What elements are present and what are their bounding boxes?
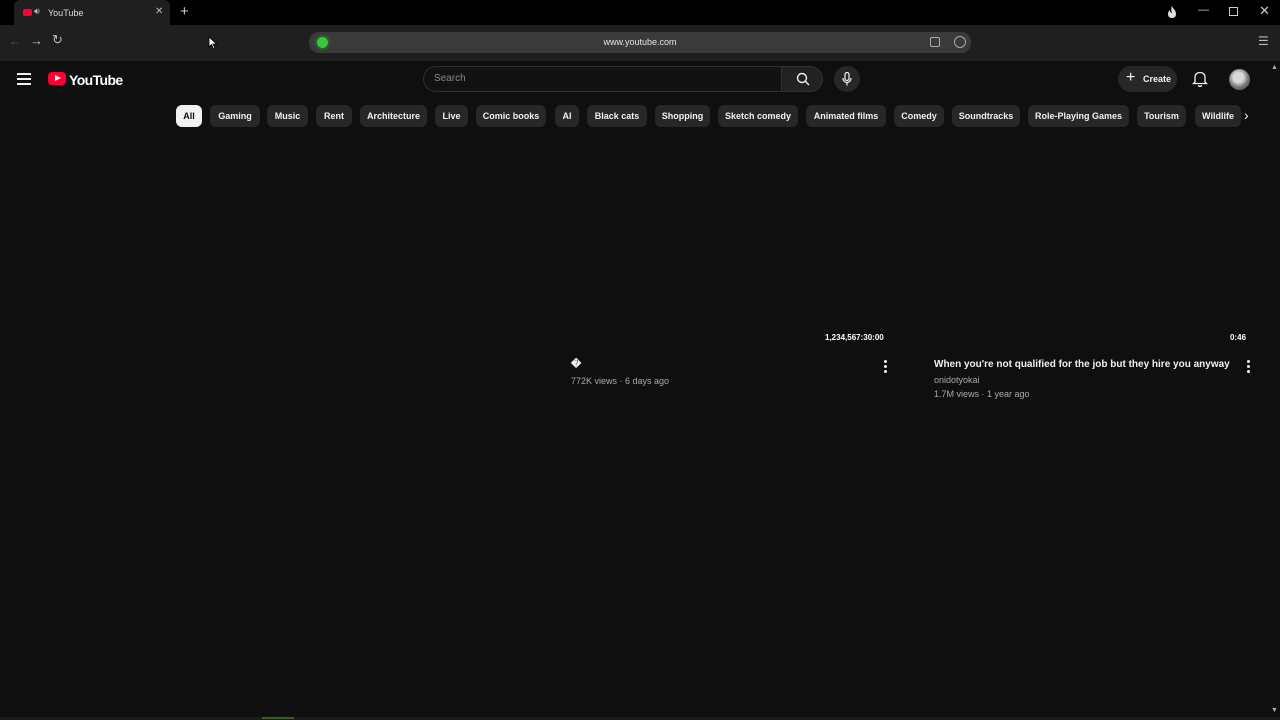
chip-music[interactable]: Music [267,105,308,127]
chip-gaming[interactable]: Gaming [210,105,260,127]
chip-role-playing-games[interactable]: Role-Playing Games [1028,105,1129,127]
chip-rent[interactable]: Rent [316,105,352,127]
chip-architecture[interactable]: Architecture [360,105,427,127]
minimize-icon[interactable]: — [1198,4,1209,16]
forward-arrow-icon[interactable]: → [30,33,43,48]
chip-sketch-comedy[interactable]: Sketch comedy [718,105,798,127]
chip-shopping[interactable]: Shopping [655,105,710,127]
speaker-icon[interactable]: 🔊︎ [34,6,40,17]
chip-animated-films[interactable]: Animated films [806,105,886,127]
notifications-bell-icon[interactable] [1192,70,1208,87]
chip-live[interactable]: Live [435,105,468,127]
flame-icon[interactable] [1166,5,1178,19]
voice-search-button[interactable] [834,66,860,92]
youtube-favicon-icon [23,9,32,16]
scroll-down-arrow-icon[interactable]: ▼ [1271,707,1278,714]
address-bar[interactable]: www.youtube.com [309,32,971,53]
video-title[interactable]: � [571,359,581,370]
chip-ai[interactable]: AI [555,105,579,127]
search-button[interactable] [781,66,823,92]
open-in-app-icon[interactable] [930,37,940,47]
chip-comic-books[interactable]: Comic books [476,105,546,127]
search-icon [796,72,810,86]
bottom-edge-accent [262,717,294,719]
video-meta: 1.7M views · 1 year ago [934,389,1030,399]
plus-icon: + [1126,69,1136,86]
youtube-logo-icon[interactable] [48,72,66,85]
scroll-up-arrow-icon[interactable]: ▲ [1271,64,1278,71]
reload-icon[interactable]: ↻ [52,32,63,48]
video-channel[interactable]: onidotyokai [934,375,980,385]
youtube-wordmark[interactable]: YouTube [69,72,123,88]
avatar[interactable] [1229,69,1250,90]
chevron-right-icon[interactable]: › [1244,107,1249,123]
browser-tab[interactable]: 🔊︎ YouTube ✕ [14,0,170,25]
browser-menu-icon[interactable]: ☰ [1258,34,1269,48]
chip-black-cats[interactable]: Black cats [587,105,647,127]
url-text[interactable]: www.youtube.com [309,37,971,47]
more-options-icon[interactable] [1247,360,1250,375]
extension-icon[interactable] [954,36,966,48]
microphone-icon [842,72,852,86]
back-arrow-icon[interactable]: ← [9,34,21,48]
chip-tourism[interactable]: Tourism [1137,105,1186,127]
chip-wildlife[interactable]: Wildlife [1195,105,1241,127]
browser-tab-bar: 🔊︎ YouTube ✕ + — ✕ [0,0,1280,25]
create-button[interactable]: + Create [1118,66,1177,92]
search-input[interactable] [434,73,764,84]
more-options-icon[interactable] [884,360,887,375]
guide-menu-icon[interactable] [17,73,31,85]
restore-icon[interactable] [1229,7,1238,16]
video-title[interactable]: When you're not qualified for the job bu… [934,359,1230,370]
video-meta: 772K views · 6 days ago [571,376,670,386]
chip-soundtracks[interactable]: Soundtracks [952,105,1020,127]
browser-nav-bar: ← → ↻ www.youtube.com ☰ [0,25,1280,61]
tab-close-icon[interactable]: ✕ [155,6,163,17]
window-close-icon[interactable]: ✕ [1259,3,1270,19]
video-duration: 1,234,567:30:00 [825,333,884,342]
tab-title: YouTube [48,8,84,18]
mouse-cursor-icon [208,36,218,50]
search-box[interactable] [423,66,781,92]
chip-all[interactable]: All [176,105,202,127]
chip-comedy[interactable]: Comedy [894,105,944,127]
video-duration: 0:46 [1230,333,1247,342]
new-tab-icon[interactable]: + [180,4,189,19]
create-label: Create [1143,74,1172,84]
